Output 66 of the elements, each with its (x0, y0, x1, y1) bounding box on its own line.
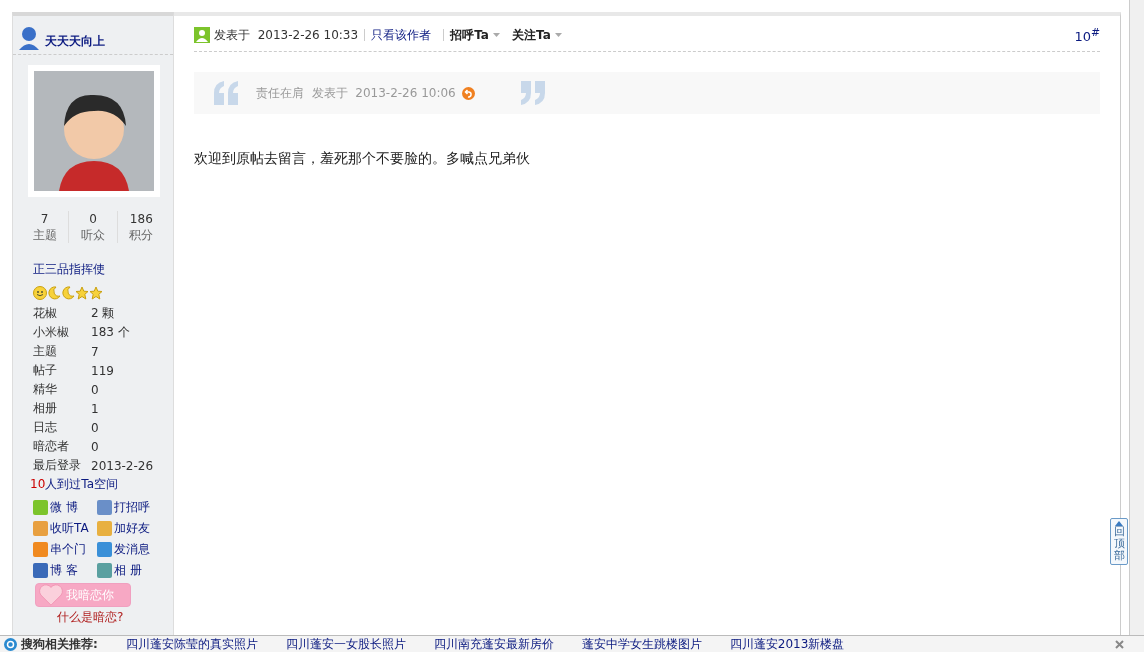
stat-label: 积分 (129, 227, 154, 243)
field-value: 0 (91, 382, 99, 397)
user-icon (17, 26, 41, 50)
field-label: 主题 (33, 343, 58, 360)
caret-icon (555, 33, 562, 37)
blog-link[interactable]: 博 客 (33, 562, 97, 579)
caret-icon (493, 33, 501, 37)
close-quote-icon (520, 81, 547, 105)
stat-value: 7 (40, 211, 49, 227)
floor-number: 10$^{#}$ (1074, 25, 1100, 45)
visitors-link[interactable]: 10人到过Ta空间 (30, 476, 173, 493)
field-label: 相册 (33, 400, 58, 417)
recommend-link[interactable]: 四川蓬安陈莹的真实照片 (125, 635, 258, 652)
field-label: 最后登录 (33, 457, 82, 474)
field-value: 0 (91, 439, 99, 454)
up-arrow-icon (1115, 521, 1123, 526)
star-icon (89, 286, 103, 300)
field-label: 花椒 (33, 305, 58, 322)
follow-menu[interactable]: 关注Ta (512, 26, 562, 44)
rank-title: 正三品指挥使 (33, 261, 106, 278)
recommend-link[interactable]: 四川蓬安2013新楼盘 (729, 635, 845, 652)
field-label: 日志 (33, 419, 58, 436)
post-message: 欢迎到原帖去留言，羞死那个不要脸的。多喊点兄弟伙 (194, 150, 531, 168)
scrollbar[interactable] (1129, 0, 1144, 635)
recommend-link[interactable]: 四川蓬安一女股长照片 (285, 635, 406, 652)
greet-menu[interactable]: 招呼Ta (450, 26, 501, 44)
close-icon[interactable] (1115, 639, 1124, 649)
author-only-link[interactable]: 只看该作者 (371, 26, 432, 44)
moon-icon (61, 286, 75, 300)
field-value: 0 (91, 420, 99, 435)
moon-icon (47, 286, 61, 300)
author-name[interactable]: 天天天向上 (45, 33, 105, 50)
stat-label: 主题 (32, 227, 57, 243)
back-to-top-button[interactable]: 回顶部 (1110, 518, 1128, 566)
recommend-link[interactable]: 蓬安中学女生跳楼图片 (581, 635, 702, 652)
stat-value: 186 (129, 211, 153, 227)
open-quote-icon (214, 81, 240, 105)
stat-value: 0 (89, 211, 97, 227)
recommend-title: 搜狗相关推荐: (21, 635, 98, 652)
field-label: 暗恋者 (33, 438, 70, 455)
quote-meta: 责任在肩 发表于 2013-2-26 10:06 (256, 84, 456, 102)
weibo-link[interactable]: 微 博 (33, 499, 97, 516)
help-link[interactable]: 什么是暗恋? (57, 610, 124, 624)
field-value: 2 颗 (91, 305, 115, 322)
field-label: 小米椒 (33, 324, 70, 341)
star-icon (75, 286, 89, 300)
field-value: 2013-2-26 (91, 458, 154, 473)
back-arrow-icon[interactable] (461, 86, 475, 100)
greet-link[interactable]: 打招呼 (97, 499, 167, 516)
friend-link[interactable]: 加好友 (97, 520, 167, 537)
heart-icon (38, 584, 64, 606)
field-label: 精华 (33, 381, 58, 398)
recommend-link[interactable]: 四川南充蓬安最新房价 (433, 635, 554, 652)
smiley-icon (33, 286, 47, 300)
field-value: 119 (91, 363, 114, 378)
field-value: 1 (91, 401, 99, 416)
post-date: 发表于 2013-2-26 10:33 (214, 26, 359, 44)
field-value: 183 个 (91, 324, 130, 341)
field-value: 7 (91, 344, 99, 359)
field-label: 帖子 (33, 362, 58, 379)
home-link[interactable]: 串个门 (33, 541, 97, 558)
stat-label: 听众 (81, 227, 105, 243)
message-link[interactable]: 发消息 (97, 541, 167, 558)
user-icon (194, 27, 210, 43)
album-link[interactable]: 相 册 (97, 562, 167, 579)
follow-link[interactable]: 收听TA (33, 520, 97, 537)
